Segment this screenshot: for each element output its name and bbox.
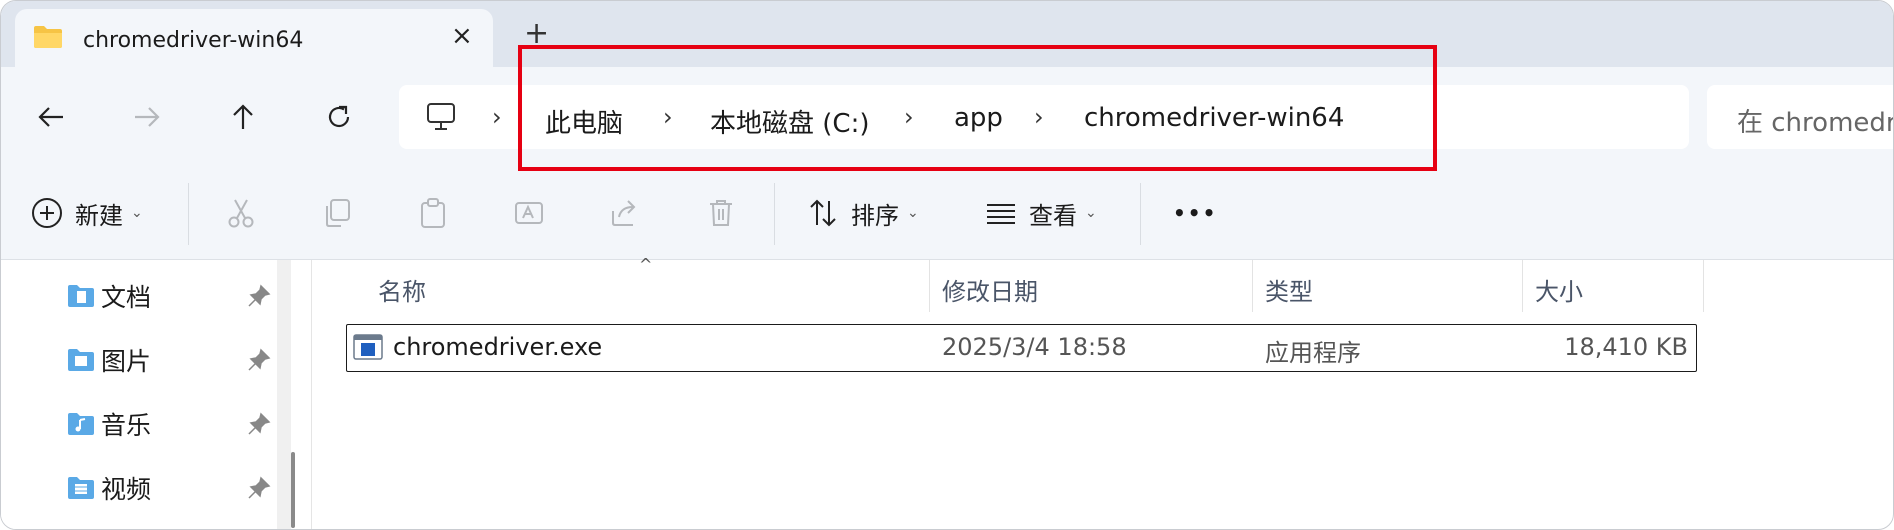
- sidebar-item-documents[interactable]: 文档: [67, 276, 151, 316]
- more-options-button[interactable]: •••: [1173, 195, 1217, 231]
- cut-button[interactable]: [225, 195, 257, 231]
- divider: [774, 183, 775, 245]
- up-button[interactable]: [223, 97, 263, 137]
- sidebar-item-pictures[interactable]: 图片: [67, 340, 151, 380]
- refresh-icon: [328, 105, 350, 128]
- back-arrow-icon: [38, 107, 63, 127]
- column-header-row: 名称 修改日期 类型 大小: [312, 260, 1712, 316]
- forward-button[interactable]: [127, 97, 167, 137]
- sort-icon: [810, 199, 836, 227]
- paste-button[interactable]: [417, 195, 449, 231]
- file-size: 18,410 KB: [1564, 333, 1688, 361]
- divider: [1140, 183, 1141, 245]
- rename-icon: [515, 202, 543, 224]
- file-type: 应用程序: [1265, 339, 1361, 367]
- pin-icon[interactable]: [247, 284, 271, 312]
- plus-circle-icon: [32, 198, 62, 228]
- chevron-down-icon: ⌄: [907, 205, 919, 221]
- new-button[interactable]: 新建 ⌄: [31, 195, 143, 231]
- sidebar-item-label: 文档: [101, 283, 152, 312]
- file-modified: 2025/3/4 18:58: [942, 333, 1127, 361]
- trash-icon: [710, 200, 732, 226]
- pin-icon[interactable]: [247, 476, 271, 504]
- divider: [188, 183, 189, 245]
- exe-file-icon: [353, 333, 383, 365]
- column-header-name[interactable]: 名称: [378, 272, 426, 307]
- column-header-modified[interactable]: 修改日期: [942, 272, 1038, 307]
- videos-folder-icon: [68, 477, 94, 499]
- more-icon: •••: [1173, 201, 1218, 225]
- new-label: 新建: [75, 201, 123, 230]
- navigation-pane: 文档 图片 音乐 视频: [1, 260, 291, 529]
- search-box[interactable]: 在 chromedr: [1707, 85, 1894, 149]
- music-folder-icon: [68, 413, 94, 435]
- computer-icon[interactable]: [425, 102, 457, 136]
- scissors-icon: [228, 199, 254, 228]
- view-button[interactable]: 查看 ⌄: [985, 195, 1097, 231]
- up-arrow-icon: [233, 104, 253, 129]
- copy-button[interactable]: [321, 195, 353, 231]
- column-header-size[interactable]: 大小: [1535, 272, 1583, 307]
- sort-button[interactable]: 排序 ⌄: [807, 195, 919, 231]
- chevron-down-icon: ⌄: [1085, 205, 1097, 221]
- chevron-down-icon: ⌄: [131, 205, 143, 221]
- pin-icon[interactable]: [247, 412, 271, 440]
- highlight-box: [518, 45, 1437, 171]
- sidebar-item-label: 视频: [101, 475, 152, 504]
- file-name: chromedriver.exe: [393, 333, 603, 361]
- close-tab-icon[interactable]: ×: [451, 23, 473, 49]
- share-icon: [612, 200, 636, 226]
- documents-folder-icon: [68, 285, 94, 307]
- file-explorer-window: chromedriver-win64 × + › 此电脑 › 本地磁盘 (C:)…: [0, 0, 1894, 530]
- column-divider[interactable]: [1522, 260, 1523, 312]
- sidebar-item-music[interactable]: 音乐: [67, 404, 151, 444]
- sort-label: 排序: [851, 201, 899, 230]
- tab-title: chromedriver-win64: [83, 28, 304, 53]
- sidebar-scrollbar-thumb[interactable]: [291, 452, 295, 528]
- pin-icon[interactable]: [247, 348, 271, 376]
- clipboard-icon: [421, 198, 445, 228]
- share-button[interactable]: [609, 195, 641, 231]
- copy-icon: [326, 199, 350, 227]
- sidebar-item-label: 音乐: [101, 411, 152, 440]
- sidebar-item-label: 图片: [101, 347, 152, 376]
- search-placeholder: 在 chromedr: [1737, 108, 1894, 138]
- pictures-folder-icon: [68, 349, 94, 371]
- view-list-icon: [987, 204, 1015, 224]
- back-button[interactable]: [31, 97, 71, 137]
- column-divider[interactable]: [1252, 260, 1253, 312]
- sidebar-scrollbar-track[interactable]: [277, 260, 291, 529]
- file-row-chromedriver-exe[interactable]: chromedriver.exe 2025/3/4 18:58 应用程序 18,…: [346, 324, 1697, 372]
- sidebar-item-videos[interactable]: 视频: [67, 468, 151, 508]
- column-header-type[interactable]: 类型: [1265, 272, 1313, 307]
- breadcrumb-chevron-icon[interactable]: ›: [492, 103, 502, 131]
- delete-button[interactable]: [705, 195, 737, 231]
- refresh-button[interactable]: [319, 97, 359, 137]
- tab-chromedriver-win64[interactable]: chromedriver-win64 ×: [15, 9, 493, 69]
- view-label: 查看: [1029, 201, 1077, 230]
- column-divider[interactable]: [929, 260, 930, 312]
- forward-arrow-icon: [135, 107, 160, 127]
- folder-icon: [33, 25, 63, 53]
- rename-button[interactable]: [513, 195, 545, 231]
- command-bar: 新建 ⌄ 排序 ⌄ 查看 ⌄ •••: [1, 167, 1893, 260]
- column-divider[interactable]: [1703, 260, 1704, 312]
